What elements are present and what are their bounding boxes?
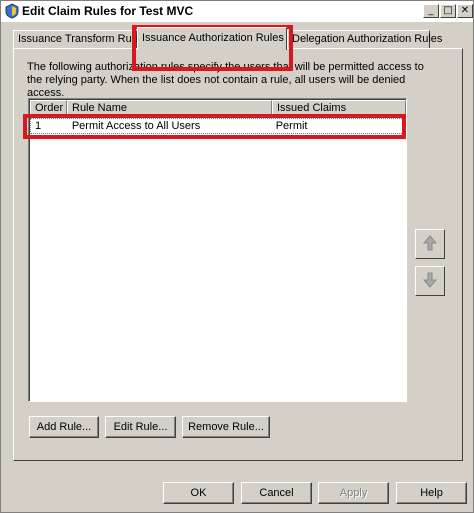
- tab-strip: Issuance Transform Rules Issuance Author…: [1, 27, 473, 50]
- column-header-issued-claims[interactable]: Issued Claims: [272, 100, 406, 117]
- ok-button[interactable]: OK: [163, 482, 234, 504]
- tab-issuance-authorization-rules[interactable]: Issuance Authorization Rules: [137, 27, 287, 50]
- edit-claim-rules-dialog: Edit Claim Rules for Test MVC _ □ ✕ Issu…: [0, 0, 474, 513]
- column-header-rule-name[interactable]: Rule Name: [67, 100, 272, 117]
- help-button[interactable]: Help: [396, 482, 467, 504]
- minimize-icon: _: [428, 5, 434, 16]
- minimize-button[interactable]: _: [423, 4, 439, 18]
- rules-list[interactable]: Order Rule Name Issued Claims 1 Permit A…: [28, 98, 407, 402]
- move-up-button[interactable]: [415, 229, 445, 259]
- tab-delegation-authorization-rules[interactable]: Delegation Authorization Rules: [287, 30, 442, 49]
- close-button[interactable]: ✕: [457, 4, 473, 18]
- adfs-app-icon: [4, 3, 20, 19]
- rule-row[interactable]: 1 Permit Access to All Users Permit: [30, 118, 406, 134]
- window-title: Edit Claim Rules for Test MVC: [22, 4, 194, 18]
- rule-issued-claims: Permit: [275, 120, 308, 132]
- add-rule-button[interactable]: Add Rule...: [29, 416, 99, 438]
- rule-name: Permit Access to All Users: [71, 120, 201, 132]
- apply-button[interactable]: Apply: [318, 482, 389, 504]
- rule-order: 1: [35, 120, 42, 132]
- title-bar: Edit Claim Rules for Test MVC _ □ ✕: [1, 1, 473, 22]
- maximize-icon: □: [443, 5, 453, 16]
- move-down-button[interactable]: [415, 266, 445, 296]
- rules-list-header: Order Rule Name Issued Claims: [30, 100, 406, 117]
- edit-rule-button[interactable]: Edit Rule...: [105, 416, 176, 438]
- maximize-button[interactable]: □: [440, 4, 456, 18]
- arrow-down-icon: [422, 271, 438, 292]
- remove-rule-button[interactable]: Remove Rule...: [182, 416, 270, 438]
- arrow-up-icon: [422, 234, 438, 255]
- close-icon: ✕: [460, 5, 470, 16]
- rules-description: The following authorization rules specif…: [27, 61, 424, 99]
- tab-issuance-transform-rules[interactable]: Issuance Transform Rules: [13, 30, 146, 49]
- cancel-button[interactable]: Cancel: [241, 482, 312, 504]
- column-header-order[interactable]: Order: [30, 100, 67, 117]
